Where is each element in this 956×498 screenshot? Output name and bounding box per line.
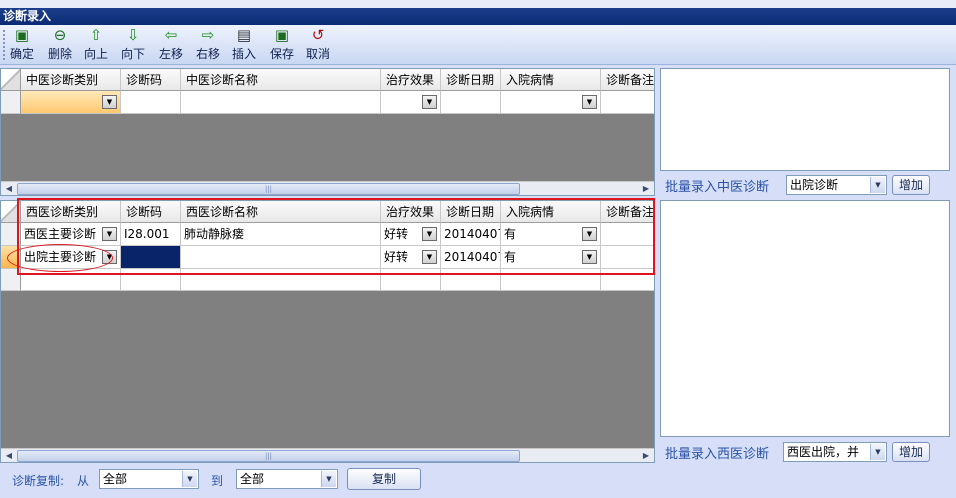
tcm-admission-cell[interactable]: ▼ <box>501 91 601 114</box>
to-label: 到 <box>211 474 224 488</box>
scroll-right-icon[interactable]: ▶ <box>639 449 653 462</box>
col-header-admission[interactable]: 入院病情 <box>501 69 601 91</box>
tcm-batch-select[interactable]: 出院诊断 ▼ <box>786 175 887 195</box>
right-button[interactable]: ⇨ 右移 <box>196 27 220 62</box>
horizontal-scrollbar[interactable]: ◀ ||| ▶ <box>1 181 654 195</box>
scroll-thumb[interactable]: ||| <box>17 183 520 195</box>
chevron-down-icon[interactable]: ▼ <box>870 177 885 193</box>
chevron-down-icon[interactable]: ▼ <box>422 95 437 109</box>
copy-label: 诊断复制: <box>12 474 65 488</box>
col-header-tcm-category[interactable]: 中医诊断类别 <box>21 69 121 91</box>
western-add-button[interactable]: 增加 <box>892 442 930 462</box>
tcm-code-cell[interactable] <box>121 91 181 114</box>
western-batch-list[interactable] <box>660 200 950 437</box>
save-button[interactable]: ▣ 保存 <box>270 27 294 62</box>
copy-from-select[interactable]: 全部 ▼ <box>99 469 199 489</box>
row-header[interactable] <box>1 91 21 114</box>
save-icon: ▣ <box>274 26 290 44</box>
col-header-code[interactable]: 诊断码 <box>121 69 181 91</box>
arrow-down-icon: ⇩ <box>126 26 140 44</box>
copy-to-select[interactable]: 全部 ▼ <box>236 469 338 489</box>
tcm-name-cell[interactable] <box>181 91 381 114</box>
toolbar-button-label: 删除 <box>48 47 73 61</box>
save-icon: ▣ <box>14 26 30 44</box>
col-header-date[interactable]: 诊断日期 <box>441 69 501 91</box>
tcm-category-cell[interactable]: ▼ <box>21 91 121 114</box>
cancel-button[interactable]: ↺ 取消 <box>306 27 330 62</box>
scroll-right-icon[interactable]: ▶ <box>639 182 653 195</box>
western-batch-select[interactable]: 西医出院，并 ▼ <box>783 442 887 462</box>
insert-icon: ▤ <box>236 26 252 44</box>
toolbar: ▣ 确定 ⊖ 删除 ⇧ 向上 ⇩ 向下 ⇦ 左移 ⇨ 右移 ▤ 插入 ▣ 保存 ↺ 取消 <box>0 25 956 65</box>
toolbar-button-label: 左移 <box>159 47 184 61</box>
arrow-left-icon: ⇦ <box>164 26 178 44</box>
delete-button[interactable]: ⊖ 删除 <box>48 27 72 62</box>
highlight-oval <box>7 244 113 272</box>
western-batch-label: 批量录入西医诊断 <box>665 447 770 462</box>
toolbar-button-label: 保存 <box>270 47 295 61</box>
top-strip <box>0 0 956 8</box>
tcm-date-cell[interactable] <box>441 91 501 114</box>
col-header-tcm-name[interactable]: 中医诊断名称 <box>181 69 381 91</box>
confirm-button[interactable]: ▣ 确定 <box>10 27 34 62</box>
tcm-note-cell[interactable] <box>601 91 654 114</box>
scroll-left-icon[interactable]: ◀ <box>2 449 16 462</box>
arrow-right-icon: ⇨ <box>201 26 215 44</box>
chevron-down-icon[interactable]: ▼ <box>102 95 117 109</box>
chevron-down-icon[interactable]: ▼ <box>582 95 597 109</box>
toolbar-button-label: 插入 <box>232 47 257 61</box>
undo-icon: ↺ <box>311 26 325 44</box>
highlight-box <box>17 198 655 275</box>
toolbar-button-label: 确定 <box>10 47 35 61</box>
tcm-add-button[interactable]: 增加 <box>892 175 930 195</box>
copy-button[interactable]: 复制 <box>347 468 421 490</box>
down-button[interactable]: ⇩ 向下 <box>121 27 145 62</box>
scroll-thumb[interactable]: ||| <box>17 450 520 462</box>
minus-circle-icon: ⊖ <box>53 26 67 44</box>
tcm-diagnosis-grid: 中医诊断类别 诊断码 中医诊断名称 治疗效果 诊断日期 入院病情 诊断备注 ▼ … <box>0 68 655 196</box>
chevron-down-icon[interactable]: ▼ <box>870 444 885 460</box>
chevron-down-icon[interactable]: ▼ <box>321 471 336 487</box>
toolbar-grip[interactable] <box>3 30 6 60</box>
arrow-up-icon: ⇧ <box>89 26 103 44</box>
left-button[interactable]: ⇦ 左移 <box>159 27 183 62</box>
scroll-left-icon[interactable]: ◀ <box>2 182 16 195</box>
insert-button[interactable]: ▤ 插入 <box>232 27 256 62</box>
tcm-batch-label: 批量录入中医诊断 <box>665 180 770 195</box>
up-button[interactable]: ⇧ 向上 <box>84 27 108 62</box>
grid-corner[interactable] <box>1 69 21 91</box>
toolbar-button-label: 向下 <box>121 47 146 61</box>
chevron-down-icon[interactable]: ▼ <box>182 471 197 487</box>
from-label: 从 <box>77 474 90 488</box>
col-header-note[interactable]: 诊断备注 <box>601 69 654 91</box>
window-title: 诊断录入 <box>0 8 956 25</box>
horizontal-scrollbar[interactable]: ◀ ||| ▶ <box>1 448 654 462</box>
toolbar-button-label: 向上 <box>84 47 109 61</box>
tcm-effect-cell[interactable]: ▼ <box>381 91 441 114</box>
toolbar-button-label: 取消 <box>306 47 331 61</box>
tcm-batch-list[interactable] <box>660 68 950 171</box>
toolbar-button-label: 右移 <box>196 47 221 61</box>
col-header-effect[interactable]: 治疗效果 <box>381 69 441 91</box>
